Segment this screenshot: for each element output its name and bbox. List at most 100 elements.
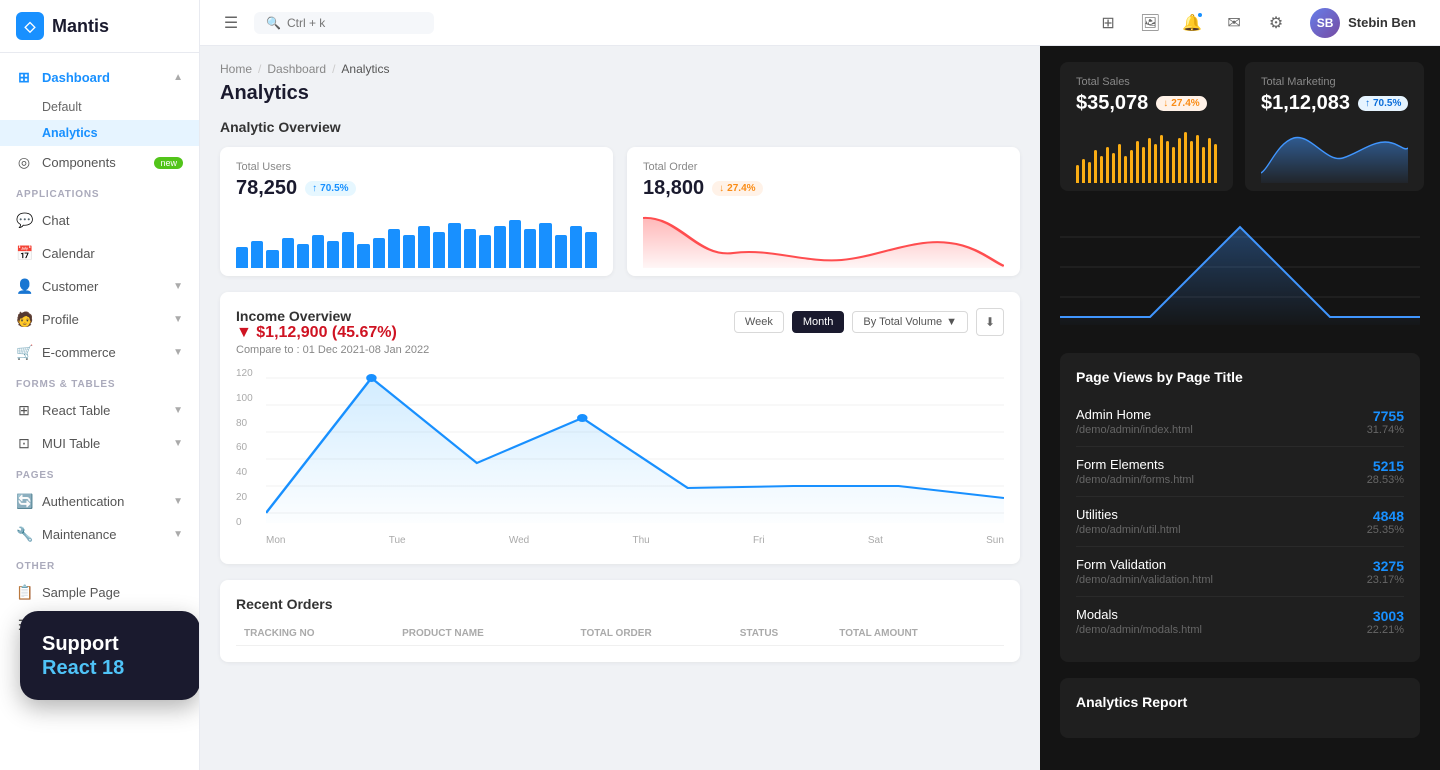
dark-bar-segment <box>1184 132 1187 183</box>
recent-orders-title: Recent Orders <box>236 596 1004 612</box>
sidebar-sub-analytics[interactable]: Analytics <box>0 120 199 146</box>
sidebar-item-dashboard[interactable]: ⊞ Dashboard ▲ <box>0 61 199 94</box>
page-view-row[interactable]: Form Elements /demo/admin/forms.html 521… <box>1076 447 1404 497</box>
dark-marketing-label: Total Marketing <box>1261 76 1408 88</box>
dashboard-icon: ⊞ <box>16 69 32 86</box>
components-badge: new <box>154 157 183 169</box>
logo-icon: ◇ <box>16 12 44 40</box>
total-users-label: Total Users <box>236 161 597 173</box>
dark-marketing-badge: ↑ 70.5% <box>1358 96 1408 111</box>
bar-segment <box>448 223 460 268</box>
breadcrumb-dashboard[interactable]: Dashboard <box>267 62 326 76</box>
sidebar-components-label: Components <box>42 155 144 170</box>
sidebar-sub-default[interactable]: Default <box>0 94 199 120</box>
pages-section: Pages <box>0 460 199 485</box>
dark-bar-segment <box>1190 141 1193 183</box>
sidebar-dashboard-label: Dashboard <box>42 70 163 85</box>
total-order-header: 18,800 ↓ 27.4% <box>643 177 1004 200</box>
sidebar-item-sample[interactable]: 📋 Sample Page <box>0 576 199 609</box>
dark-sales-label: Total Sales <box>1076 76 1217 88</box>
page-content: Home / Dashboard / Analytics Analytics A… <box>200 46 1440 770</box>
sidebar-item-mui-table[interactable]: ⊡ MUI Table ▼ <box>0 427 199 460</box>
page-title: Analytics <box>220 82 1020 105</box>
dark-bar-segment <box>1202 147 1205 183</box>
main-content: ☰ 🔍 ⊞ 🖼 🔔 ✉ ⚙ SB Stebin Ben Home <box>200 0 1440 770</box>
message-icon-button[interactable]: ✉ <box>1218 7 1250 39</box>
menu-toggle-button[interactable]: ☰ <box>216 8 246 38</box>
page-view-row[interactable]: Form Validation /demo/admin/validation.h… <box>1076 547 1404 597</box>
bar-segment <box>570 226 582 268</box>
search-input[interactable] <box>287 16 422 30</box>
volume-select[interactable]: By Total Volume ▼ <box>852 311 968 333</box>
col-total-amount: Total Amount <box>831 622 1004 646</box>
support-bubble-title: Support <box>42 631 178 657</box>
sidebar-item-chat[interactable]: 💬 Chat <box>0 204 199 237</box>
sidebar-item-ecommerce[interactable]: 🛒 E-commerce ▼ <box>0 336 199 369</box>
stat-card-total-users: Total Users 78,250 ↑ 70.5% <box>220 147 613 276</box>
sidebar-customer-label: Customer <box>42 279 163 294</box>
sidebar-item-customer[interactable]: 👤 Customer ▼ <box>0 270 199 303</box>
col-product: Product Name <box>394 622 572 646</box>
apps-icon-button[interactable]: ⊞ <box>1092 7 1124 39</box>
bar-segment <box>282 238 294 268</box>
ecommerce-arrow-icon: ▼ <box>173 347 183 358</box>
settings-icon-button[interactable]: ⚙ <box>1260 7 1292 39</box>
header-right: ⊞ 🖼 🔔 ✉ ⚙ SB Stebin Ben <box>1092 4 1424 42</box>
notification-icon-button[interactable]: 🔔 <box>1176 7 1208 39</box>
analytic-overview-title: Analytic Overview <box>220 119 1020 135</box>
dark-bar-segment <box>1142 147 1145 183</box>
page-view-pct: 31.74% <box>1367 424 1404 436</box>
notification-dot <box>1196 11 1204 19</box>
page-view-row[interactable]: Modals /demo/admin/modals.html 3003 22.2… <box>1076 597 1404 646</box>
bar-segment <box>509 220 521 268</box>
sidebar-nav: ⊞ Dashboard ▲ Default Analytics ◎ Compon… <box>0 53 199 661</box>
sidebar-profile-label: Profile <box>42 312 163 327</box>
week-button[interactable]: Week <box>734 311 784 333</box>
dark-bar-segment <box>1130 150 1133 183</box>
page-view-pct: 25.35% <box>1367 524 1404 536</box>
dark-sales-badge: ↓ 27.4% <box>1156 96 1206 111</box>
month-button[interactable]: Month <box>792 311 845 333</box>
page-view-name: Modals <box>1076 607 1202 622</box>
maintenance-icon: 🔧 <box>16 526 32 543</box>
dark-sales-value: $35,078 <box>1076 92 1148 115</box>
dark-marketing-value: $1,12,083 <box>1261 92 1350 115</box>
col-total-order: Total Order <box>573 622 732 646</box>
dark-bar-segment <box>1178 138 1181 183</box>
bar-segment <box>585 232 597 268</box>
total-users-chart <box>236 208 597 268</box>
sidebar-item-authentication[interactable]: 🔄 Authentication ▼ <box>0 485 199 518</box>
image-icon-button[interactable]: 🖼 <box>1134 7 1166 39</box>
bar-segment <box>524 229 536 268</box>
dark-bar-segment <box>1076 165 1079 183</box>
dark-bar-segment <box>1112 153 1115 183</box>
sidebar-item-calendar[interactable]: 📅 Calendar <box>0 237 199 270</box>
support-bubble[interactable]: Support React 18 <box>20 611 200 700</box>
header-user[interactable]: SB Stebin Ben <box>1302 4 1424 42</box>
page-view-row[interactable]: Admin Home /demo/admin/index.html 7755 3… <box>1076 397 1404 447</box>
download-button[interactable]: ⬇ <box>976 308 1004 336</box>
page-view-url: /demo/admin/util.html <box>1076 524 1181 536</box>
customer-icon: 👤 <box>16 278 32 295</box>
page-view-count: 3003 <box>1367 608 1404 624</box>
sidebar-auth-label: Authentication <box>42 494 163 509</box>
sidebar-sample-label: Sample Page <box>42 585 183 600</box>
search-bar[interactable]: 🔍 <box>254 12 434 34</box>
sidebar-ecommerce-label: E-commerce <box>42 345 163 360</box>
page-view-name: Form Elements <box>1076 457 1194 472</box>
page-view-row[interactable]: Utilities /demo/admin/util.html 4848 25.… <box>1076 497 1404 547</box>
dark-bar-segment <box>1118 144 1121 183</box>
sidebar-item-components[interactable]: ◎ Components new <box>0 146 199 179</box>
income-overview-card: Income Overview ▼ $1,12,900 (45.67%) Com… <box>220 292 1020 564</box>
stats-row: Total Users 78,250 ↑ 70.5% Total Order <box>220 147 1020 276</box>
sidebar-item-profile[interactable]: 🧑 Profile ▼ <box>0 303 199 336</box>
sidebar-item-react-table[interactable]: ⊞ React Table ▼ <box>0 394 199 427</box>
sidebar-item-maintenance[interactable]: 🔧 Maintenance ▼ <box>0 518 199 551</box>
recent-orders-card: Recent Orders Tracking No Product Name T… <box>220 580 1020 662</box>
total-order-chart <box>643 208 1004 268</box>
sidebar-logo[interactable]: ◇ Mantis <box>0 0 199 53</box>
income-line-chart <box>266 368 1004 528</box>
breadcrumb-home[interactable]: Home <box>220 62 252 76</box>
total-users-badge: ↑ 70.5% <box>305 181 355 196</box>
income-compare: Compare to : 01 Dec 2021-08 Jan 2022 <box>236 344 429 356</box>
